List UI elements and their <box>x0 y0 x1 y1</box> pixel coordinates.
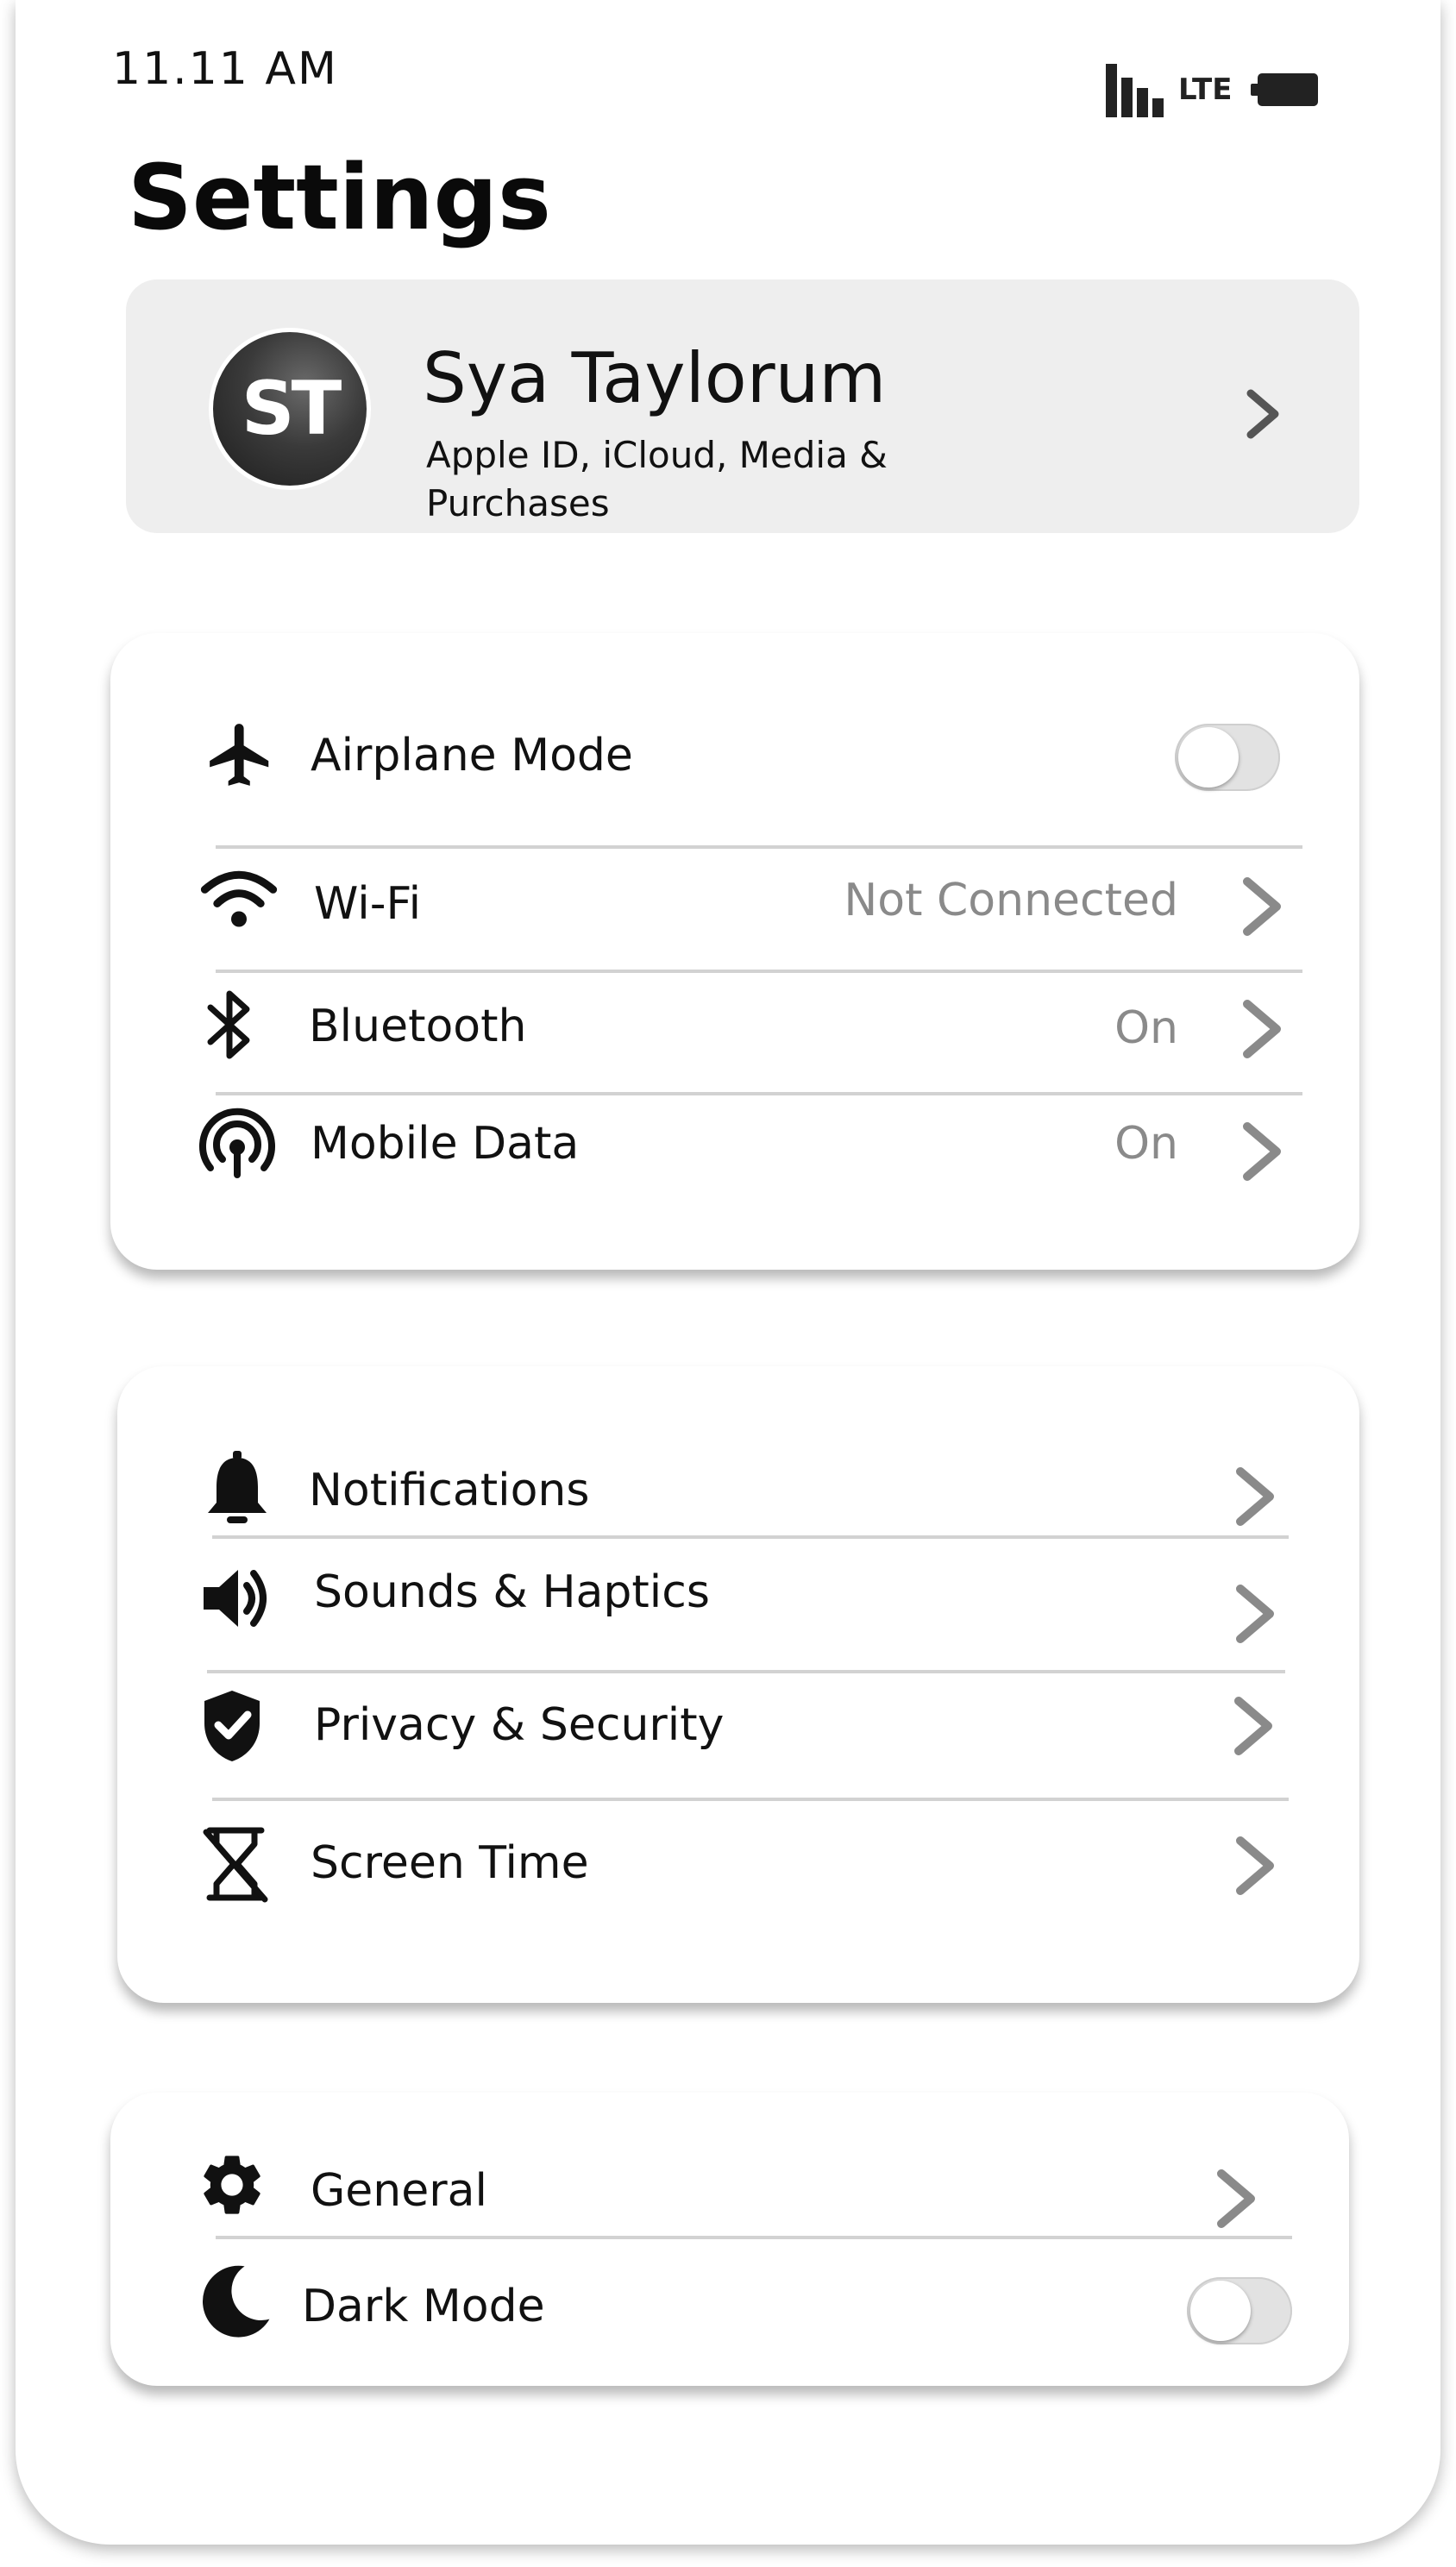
privacy-row[interactable]: Privacy & Security <box>117 1687 1359 1773</box>
phone-frame: 11.11 AM LTE Settings ST Sya Taylorum Ap… <box>16 0 1440 2545</box>
notifications-row[interactable]: Notifications <box>117 1449 1359 1535</box>
wifi-row[interactable]: Wi-Fi Not Connected <box>110 864 1359 951</box>
privacy-label: Privacy & Security <box>314 1699 725 1751</box>
notifications-label: Notifications <box>309 1465 590 1516</box>
gear-icon <box>193 2146 271 2224</box>
bluetooth-icon <box>191 987 269 1064</box>
chevron-right-icon <box>1243 1000 1281 1058</box>
network-type-label: LTE <box>1178 72 1233 107</box>
bluetooth-row[interactable]: Bluetooth On <box>110 987 1359 1073</box>
page-title: Settings <box>128 145 551 250</box>
airplane-mode-row: Airplane Mode <box>110 716 1359 802</box>
speaker-icon <box>197 1560 274 1637</box>
system-section: Notifications Sounds & Haptics Privacy &… <box>117 1366 1359 2003</box>
antenna-icon <box>198 1106 276 1183</box>
chevron-right-icon <box>1217 2169 1255 2228</box>
airplane-icon <box>202 716 279 794</box>
avatar-initials: ST <box>241 366 342 452</box>
wifi-label: Wi-Fi <box>314 878 422 930</box>
toggle-knob <box>1178 727 1239 788</box>
general-row[interactable]: General <box>110 2146 1349 2232</box>
dark-mode-label: Dark Mode <box>302 2281 545 2332</box>
chevron-right-icon <box>1243 877 1281 936</box>
bell-icon <box>198 1449 276 1527</box>
mobile-data-label: Mobile Data <box>311 1118 580 1170</box>
wifi-icon <box>200 861 278 938</box>
profile-name: Sya Taylorum <box>423 338 887 418</box>
connectivity-section: Airplane Mode Wi-Fi Not Connected Blueto… <box>110 633 1359 1270</box>
bluetooth-label: Bluetooth <box>309 1001 527 1052</box>
profile-card[interactable]: ST Sya Taylorum Apple ID, iCloud, Media … <box>126 279 1359 533</box>
airplane-mode-label: Airplane Mode <box>311 730 633 781</box>
chevron-right-icon <box>1246 389 1279 439</box>
signal-strength-icon <box>1106 62 1168 117</box>
general-label: General <box>311 2165 487 2217</box>
wifi-status: Not Connected <box>844 875 1178 926</box>
divider <box>212 1798 1289 1801</box>
divider <box>216 970 1302 973</box>
screen-time-label: Screen Time <box>311 1837 589 1889</box>
chevron-right-icon <box>1236 1836 1274 1895</box>
divider <box>212 1535 1289 1539</box>
status-indicators: LTE <box>1106 62 1319 117</box>
airplane-mode-toggle[interactable] <box>1175 724 1280 791</box>
divider <box>207 1670 1285 1673</box>
divider <box>216 1092 1302 1095</box>
bluetooth-status: On <box>1114 1002 1178 1054</box>
mobile-data-status: On <box>1114 1118 1178 1170</box>
profile-subtitle: Apple ID, iCloud, Media & Purchases <box>426 434 888 524</box>
moon-icon <box>195 2262 273 2339</box>
sounds-row[interactable]: Sounds & Haptics <box>117 1566 1359 1653</box>
chevron-right-icon <box>1236 1467 1274 1526</box>
avatar: ST <box>209 328 371 490</box>
screen-time-row[interactable]: Screen Time <box>117 1823 1359 1910</box>
chevron-right-icon <box>1243 1122 1281 1181</box>
chevron-right-icon <box>1236 1585 1274 1643</box>
dark-mode-toggle[interactable] <box>1187 2277 1292 2344</box>
dark-mode-row: Dark Mode <box>110 2262 1349 2357</box>
toggle-knob <box>1190 2281 1251 2341</box>
chevron-right-icon <box>1234 1697 1272 1755</box>
hourglass-icon <box>197 1825 274 1903</box>
divider <box>216 845 1302 849</box>
divider <box>216 2236 1292 2239</box>
shield-check-icon <box>193 1687 271 1765</box>
general-section: General Dark Mode <box>110 2093 1349 2386</box>
mobile-data-row[interactable]: Mobile Data On <box>110 1104 1359 1190</box>
battery-icon <box>1251 73 1319 106</box>
status-time: 11.11 AM <box>112 43 338 95</box>
sounds-label: Sounds & Haptics <box>314 1566 710 1618</box>
